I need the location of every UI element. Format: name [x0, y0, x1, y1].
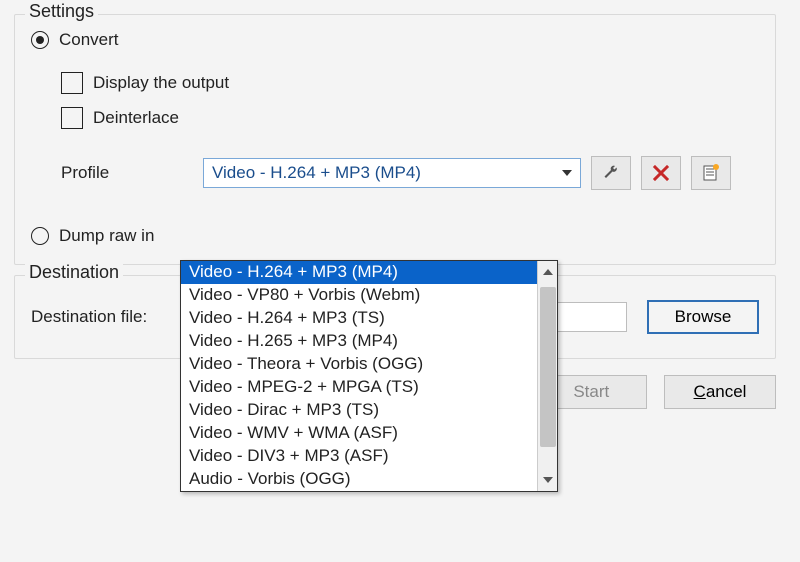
edit-profile-button[interactable]	[591, 156, 631, 190]
destination-file-label: Destination file:	[31, 307, 195, 327]
dump-raw-label: Dump raw in	[59, 226, 154, 246]
chevron-down-icon	[558, 170, 576, 176]
new-profile-button[interactable]	[691, 156, 731, 190]
display-output-label: Display the output	[93, 73, 229, 93]
destination-legend: Destination	[25, 262, 123, 283]
profile-option[interactable]: Video - Dirac + MP3 (TS)	[181, 399, 537, 422]
radio-dot-icon	[31, 227, 49, 245]
checkbox-icon	[61, 107, 83, 129]
settings-legend: Settings	[25, 1, 98, 22]
display-output-checkbox[interactable]: Display the output	[61, 72, 229, 94]
settings-fieldset: Settings Convert Display the output Dein…	[14, 14, 776, 265]
delete-profile-button[interactable]	[641, 156, 681, 190]
profile-option[interactable]: Video - MPEG-2 + MPGA (TS)	[181, 376, 537, 399]
scroll-down-button[interactable]	[538, 469, 558, 491]
dump-raw-radio[interactable]: Dump raw in	[31, 226, 154, 246]
profile-option[interactable]: Video - H.264 + MP3 (TS)	[181, 307, 537, 330]
profile-option[interactable]: Video - H.264 + MP3 (MP4)	[181, 261, 537, 284]
convert-radio[interactable]: Convert	[31, 30, 119, 50]
profile-option[interactable]: Audio - Vorbis (OGG)	[181, 468, 537, 491]
checkbox-icon	[61, 72, 83, 94]
convert-radio-label: Convert	[59, 30, 119, 50]
scroll-up-button[interactable]	[538, 261, 558, 283]
radio-dot-icon	[31, 31, 49, 49]
profile-option[interactable]: Video - Theora + Vorbis (OGG)	[181, 353, 537, 376]
cancel-mnemonic: C	[694, 382, 706, 401]
profile-label: Profile	[61, 163, 203, 183]
wrench-icon	[602, 164, 620, 182]
profile-option[interactable]: Video - H.265 + MP3 (MP4)	[181, 330, 537, 353]
browse-button[interactable]: Browse	[647, 300, 759, 334]
profile-dropdown-list[interactable]: Video - H.264 + MP3 (MP4)Video - VP80 + …	[180, 260, 558, 492]
cancel-button-label: ancel	[706, 382, 747, 401]
deinterlace-checkbox[interactable]: Deinterlace	[61, 107, 179, 129]
list-new-icon	[702, 164, 720, 182]
deinterlace-label: Deinterlace	[93, 108, 179, 128]
profile-combobox[interactable]: Video - H.264 + MP3 (MP4)	[203, 158, 581, 188]
profile-option[interactable]: Video - WMV + WMA (ASF)	[181, 422, 537, 445]
chevron-up-icon	[543, 269, 553, 275]
scroll-thumb[interactable]	[540, 287, 556, 447]
cancel-button[interactable]: Cancel	[664, 375, 776, 409]
x-icon	[653, 165, 669, 181]
dropdown-scrollbar[interactable]	[537, 261, 557, 491]
profile-option[interactable]: Video - DIV3 + MP3 (ASF)	[181, 445, 537, 468]
chevron-down-icon	[543, 477, 553, 483]
profile-option[interactable]: Video - VP80 + Vorbis (Webm)	[181, 284, 537, 307]
profile-selected-text: Video - H.264 + MP3 (MP4)	[212, 163, 558, 183]
